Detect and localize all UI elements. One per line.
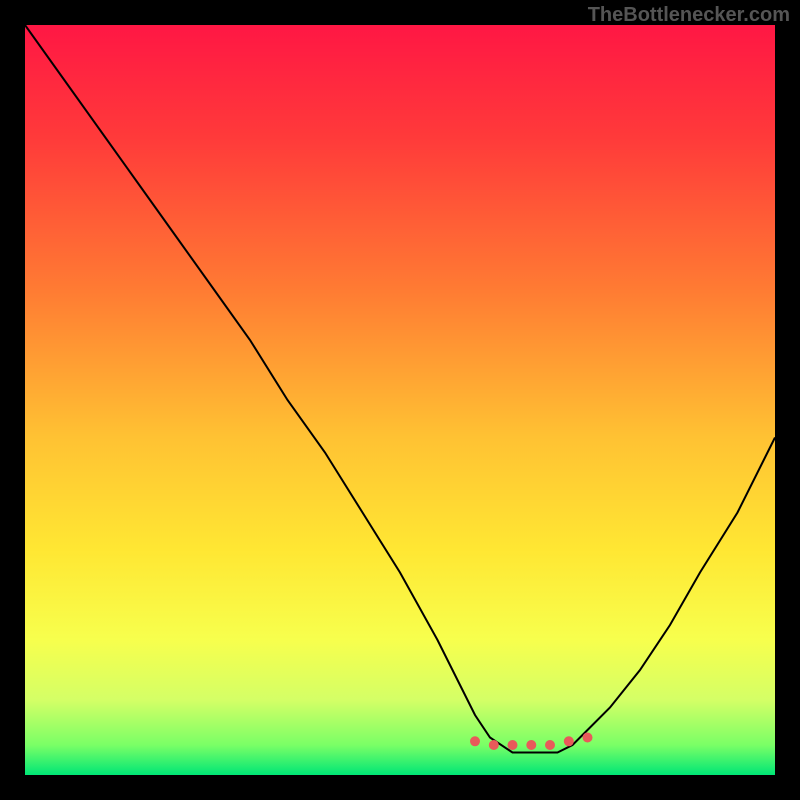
marker-dot <box>545 740 555 750</box>
marker-dot <box>508 740 518 750</box>
marker-dot <box>470 736 480 746</box>
marker-dot <box>526 740 536 750</box>
marker-dot <box>583 733 593 743</box>
bottleneck-chart <box>25 25 775 775</box>
marker-dot <box>489 740 499 750</box>
chart-container: TheBottlenecker.com <box>0 0 800 800</box>
marker-dot <box>564 736 574 746</box>
chart-background <box>25 25 775 775</box>
watermark-text: TheBottlenecker.com <box>588 4 790 27</box>
